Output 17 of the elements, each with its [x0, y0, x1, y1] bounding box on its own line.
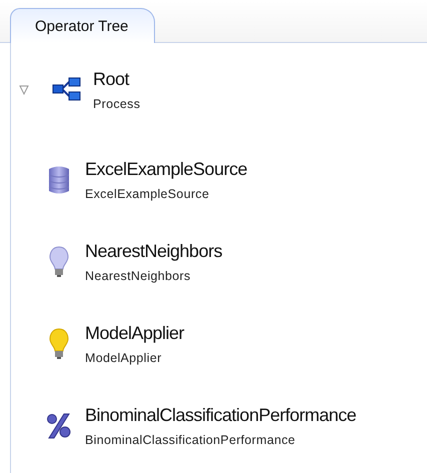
operator-name[interactable]: BinominalClassificationPerformance: [85, 405, 356, 426]
operator-name[interactable]: ExcelExampleSource: [85, 159, 248, 180]
database-icon: [48, 165, 70, 195]
percent-icon: [46, 413, 72, 439]
operator-type: ModelApplier: [85, 351, 163, 365]
operator-type: Process: [93, 97, 140, 111]
operator-type: ExcelExampleSource: [85, 187, 210, 201]
light-bulb-icon: [49, 246, 69, 278]
operator-name[interactable]: Root: [93, 69, 140, 90]
operator-name[interactable]: NearestNeighbors: [85, 241, 222, 262]
expand-toggle-icon[interactable]: [19, 85, 29, 95]
tab[interactable]: Operator Tree: [10, 8, 156, 43]
operator-type: BinominalClassificationPerformance: [85, 433, 296, 447]
light-bulb-icon: [49, 328, 69, 360]
process-tree-icon: [52, 77, 82, 103]
operator-type: NearestNeighbors: [85, 269, 192, 283]
operator-name[interactable]: ModelApplier: [85, 323, 184, 344]
